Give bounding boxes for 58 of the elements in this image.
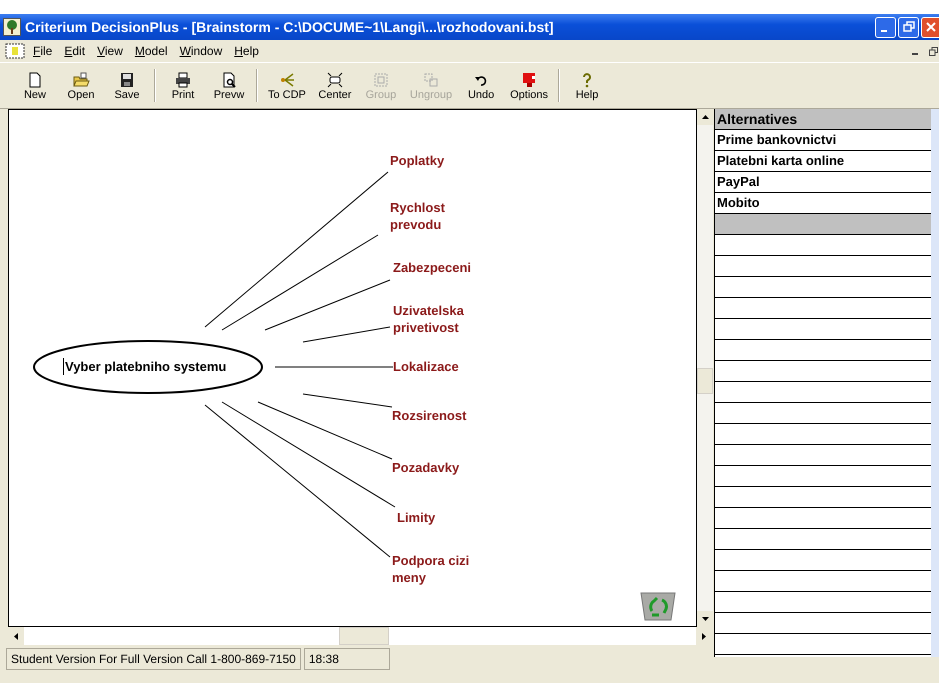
alternative-cell[interactable]: Prime bankovnictvi <box>715 130 931 151</box>
minimize-button[interactable] <box>875 16 896 38</box>
criterion-label[interactable]: Zabezpeceni <box>393 259 472 276</box>
status-text: 18:38 <box>304 648 390 670</box>
floppy-icon <box>118 70 136 88</box>
group-icon <box>372 70 390 88</box>
close-icon <box>924 21 936 33</box>
menu-item[interactable]: Model <box>130 43 173 59</box>
criterion-label[interactable]: Uzivatelska privetivost <box>393 302 464 336</box>
printer-icon <box>174 70 192 88</box>
new-row[interactable] <box>715 214 931 235</box>
scrollbar-thumb[interactable] <box>697 368 713 394</box>
scroll-left-icon[interactable] <box>8 627 24 645</box>
vertical-scrollbar[interactable] <box>697 109 713 627</box>
scroll-down-icon[interactable] <box>697 611 713 627</box>
toolbar-button[interactable]: Save <box>106 63 148 108</box>
ungroup-icon <box>422 70 440 88</box>
criterion-label[interactable]: Limity <box>397 509 436 526</box>
restore-icon[interactable] <box>927 45 939 57</box>
goal-text[interactable]: Vyber platebniho systemu <box>63 358 226 375</box>
toolbar-button[interactable]: Undo <box>460 63 502 108</box>
status-text: Student Version For Full Version Call 1-800-869-7150 <box>6 648 301 670</box>
menu-item[interactable]: File <box>28 43 58 59</box>
document-icon[interactable] <box>4 43 26 59</box>
scrollbar-thumb[interactable] <box>339 627 389 645</box>
criterion-label[interactable]: Podpora cizi meny <box>392 552 470 586</box>
criterion-label[interactable]: Pozadavky <box>392 459 460 476</box>
scroll-up-icon[interactable] <box>697 109 713 125</box>
toolbar-button[interactable]: Help <box>566 63 608 108</box>
window-title: Criterium DecisionPlus - [Brainstorm - C:\DOCUME~1\Langi\...\rozhodovani.bst] <box>25 19 555 35</box>
nodes-icon <box>326 70 344 88</box>
close-button[interactable] <box>921 16 939 38</box>
toolbar-button[interactable]: Print <box>162 63 204 108</box>
toolbar-button[interactable]: Center <box>314 63 356 108</box>
minimize-icon <box>881 30 887 32</box>
toolbar-button[interactable]: New <box>14 63 56 108</box>
restore-icon <box>902 21 914 33</box>
criterion-label[interactable]: Poplatky <box>390 152 444 169</box>
criterion-label[interactable]: Rozsirenost <box>392 407 466 424</box>
tree-icon <box>3 18 21 36</box>
grid-scrollbar[interactable] <box>931 109 939 657</box>
menu-item[interactable]: Edit <box>59 43 90 59</box>
menu-item[interactable]: Help <box>229 43 264 59</box>
menu-item[interactable]: View <box>92 43 128 59</box>
criterion-label[interactable]: Rychlost prevodu <box>390 199 445 233</box>
alternative-cell[interactable]: Platebni karta online <box>715 151 931 172</box>
horizontal-scrollbar[interactable] <box>8 627 712 645</box>
toolbar-button[interactable]: Open <box>60 63 102 108</box>
menu-item[interactable]: Window <box>174 43 228 59</box>
goal-ellipse[interactable] <box>33 340 263 394</box>
toolbar-button[interactable]: To CDP <box>264 63 310 108</box>
toolbar-button[interactable]: Options <box>506 63 552 108</box>
folder-icon <box>72 70 90 88</box>
restore-button[interactable] <box>898 16 919 38</box>
column-header[interactable]: Alternatives <box>715 109 931 130</box>
alternative-cell[interactable]: PayPal <box>715 172 931 193</box>
toolbar-button[interactable]: Prevw <box>208 63 250 108</box>
criterion-label[interactable]: Lokalizace <box>393 358 459 375</box>
